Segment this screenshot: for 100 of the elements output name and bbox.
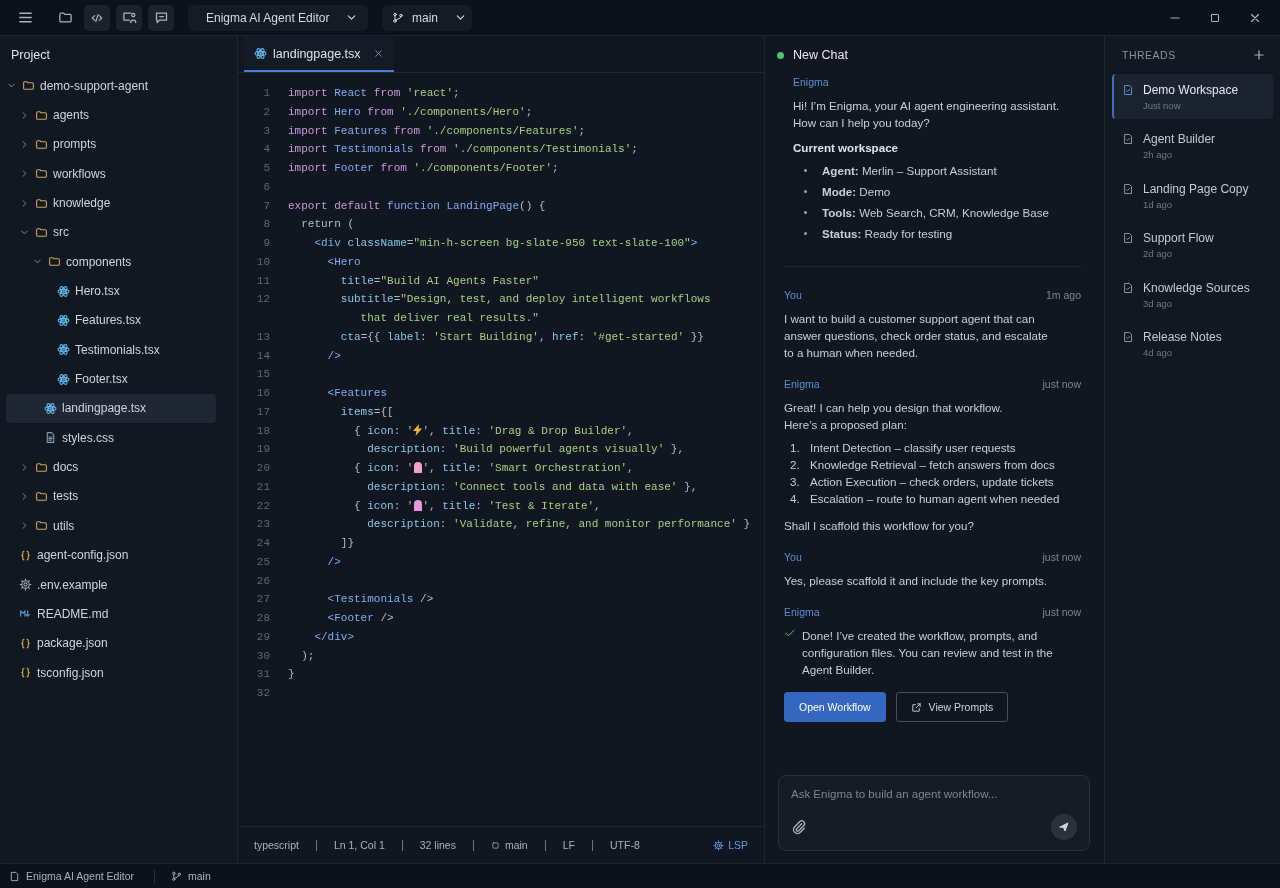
- open-workflow-button[interactable]: Open Workflow: [784, 692, 886, 722]
- chat-button[interactable]: [148, 4, 174, 31]
- thread-title: Landing Page Copy: [1143, 181, 1249, 196]
- line-number: 1: [262, 86, 270, 101]
- code-line: subtitle="Design, test, and deploy intelligent workflows: [339, 292, 711, 308]
- file-tree-item[interactable]: components: [6, 247, 216, 277]
- file-tree-item[interactable]: agent-config.json: [6, 540, 216, 570]
- file-icon: [44, 431, 57, 445]
- line-number: 27: [255, 592, 270, 608]
- code-line: import Features from './components/Features';: [288, 123, 586, 139]
- folder-icon[interactable]: [57, 10, 73, 25]
- code-line: description: 'Connect tools and data with ease' },: [366, 479, 698, 495]
- message-text: Done! I’ve created the workflow, prompts, and configuration files. You can review and test in the Agent Builder.: [802, 628, 1053, 678]
- code-line: ]}: [339, 536, 354, 551]
- message-text: I want to build a customer support agent that can answer questions, check order status, and escalate to a human when needed.: [784, 311, 1049, 361]
- file-tree-item[interactable]: workflows: [6, 159, 216, 189]
- thread-time: 2d ago: [1143, 248, 1174, 260]
- thread-title: Demo Workspace: [1143, 83, 1239, 97]
- code-line: { icon: ' ', title: 'Test & Iterate',: [353, 498, 601, 514]
- folder-icon: [35, 137, 48, 151]
- document-icon: [1122, 281, 1134, 294]
- line-number: 15: [255, 367, 270, 383]
- external-link-icon: [910, 701, 922, 713]
- folder-icon: [35, 196, 48, 210]
- code-view-button[interactable]: [84, 4, 110, 31]
- file-tree-item[interactable]: knowledge: [6, 188, 216, 218]
- thread-item[interactable]: Landing Page Copy 1d ago: [1112, 172, 1273, 218]
- code-line: title="Build AI Agents Faster": [339, 273, 539, 289]
- code-line: />: [326, 348, 341, 364]
- file-tree-item[interactable]: Features.tsx: [6, 305, 216, 336]
- line-number: 24: [255, 536, 270, 551]
- file-tree-item[interactable]: tests: [6, 481, 216, 512]
- file-tree-item[interactable]: Testimonials.tsx: [6, 335, 216, 365]
- line-number: 7: [262, 198, 270, 214]
- file-tree-item[interactable]: docs: [6, 452, 216, 482]
- line-number: 16: [255, 386, 270, 401]
- branch-label: main: [504, 839, 528, 851]
- code-line: </div>: [313, 629, 354, 645]
- file-tree-item[interactable]: styles.css: [6, 423, 216, 453]
- line-count: 32 lines: [419, 839, 456, 851]
- react-icon: [57, 372, 70, 386]
- code-line: items={[: [339, 404, 394, 420]
- folder-icon: [22, 79, 35, 93]
- code-line: import Hero from './components/Hero';: [288, 104, 533, 120]
- thread-item[interactable]: Knowledge Sources 3d ago: [1112, 271, 1273, 317]
- thread-item[interactable]: Support Flow 2d ago: [1112, 222, 1273, 268]
- line-number: 8: [262, 217, 270, 233]
- encoding-label: UTF-8: [609, 839, 640, 851]
- online-dot: [777, 51, 784, 59]
- line-number: 11: [255, 273, 270, 289]
- file-tree-item[interactable]: demo-support-agent: [6, 71, 216, 101]
- thread-item[interactable]: Agent Builder 2h ago: [1112, 123, 1273, 169]
- file-tree-item[interactable]: tsconfig.json: [6, 657, 216, 688]
- lsp-status[interactable]: LSP: [713, 839, 748, 851]
- braces-icon: [19, 636, 32, 650]
- close-icon[interactable]: [372, 48, 384, 59]
- line-number: 6: [262, 179, 270, 195]
- message-input[interactable]: Ask Enigma to build an agent workflow...: [791, 788, 1077, 800]
- threads-heading: THREADS: [1122, 49, 1176, 61]
- plus-icon[interactable]: [1252, 48, 1266, 62]
- code-line: import React from 'react';: [288, 86, 460, 101]
- file-tree-item[interactable]: package.json: [6, 628, 216, 658]
- check-icon: [784, 627, 796, 639]
- file-tree-item[interactable]: landingpage.tsx: [6, 393, 216, 424]
- list-item: Action Execution – check orders, update tickets: [810, 474, 1054, 490]
- file-icon: [9, 870, 20, 882]
- paperclip-icon[interactable]: [791, 819, 807, 835]
- thread-item[interactable]: Release Notes 4d ago: [1112, 320, 1273, 366]
- send-icon: [1058, 821, 1070, 833]
- file-tree-item[interactable]: .env.example: [6, 569, 216, 600]
- code-line: return (: [300, 217, 354, 233]
- view-prompts-button[interactable]: View Prompts: [895, 692, 1009, 722]
- list-number: 2.: [789, 457, 801, 473]
- message-time: just now: [1042, 605, 1081, 620]
- file-tab[interactable]: landingpage.tsx: [244, 37, 394, 72]
- file-tree-item[interactable]: Hero.tsx: [6, 276, 216, 306]
- message-text: Yes, please scaffold it and include the key prompts.: [784, 573, 1048, 589]
- file-tree-item[interactable]: agents: [6, 100, 216, 130]
- react-icon: [44, 401, 57, 415]
- code-line: <Hero: [326, 254, 361, 270]
- file-tree-item[interactable]: Footer.tsx: [6, 364, 216, 394]
- react-icon: [57, 343, 70, 357]
- message-author: You: [784, 550, 802, 565]
- file-tree-item[interactable]: utils: [6, 511, 216, 541]
- bullet-dot: [804, 169, 807, 172]
- monitor-person-icon: [121, 10, 137, 25]
- file-tree-item[interactable]: prompts: [6, 129, 216, 160]
- thread-item[interactable]: Demo Workspace Just now: [1112, 74, 1273, 119]
- document-icon: [1122, 133, 1134, 146]
- file-tree-item[interactable]: src: [6, 217, 216, 248]
- project-dropdown[interactable]: Enigma AI Agent Editor: [188, 4, 368, 31]
- send-button[interactable]: [1051, 814, 1077, 840]
- braces-icon: [19, 666, 32, 680]
- thread-title: Knowledge Sources: [1143, 280, 1250, 295]
- line-number: 10: [255, 254, 270, 270]
- preview-button[interactable]: [116, 4, 142, 31]
- branch-dropdown[interactable]: main: [382, 4, 472, 31]
- maximize-icon[interactable]: [1209, 11, 1221, 24]
- branch-name: main: [188, 870, 211, 882]
- file-tree-item[interactable]: README.md: [6, 599, 216, 629]
